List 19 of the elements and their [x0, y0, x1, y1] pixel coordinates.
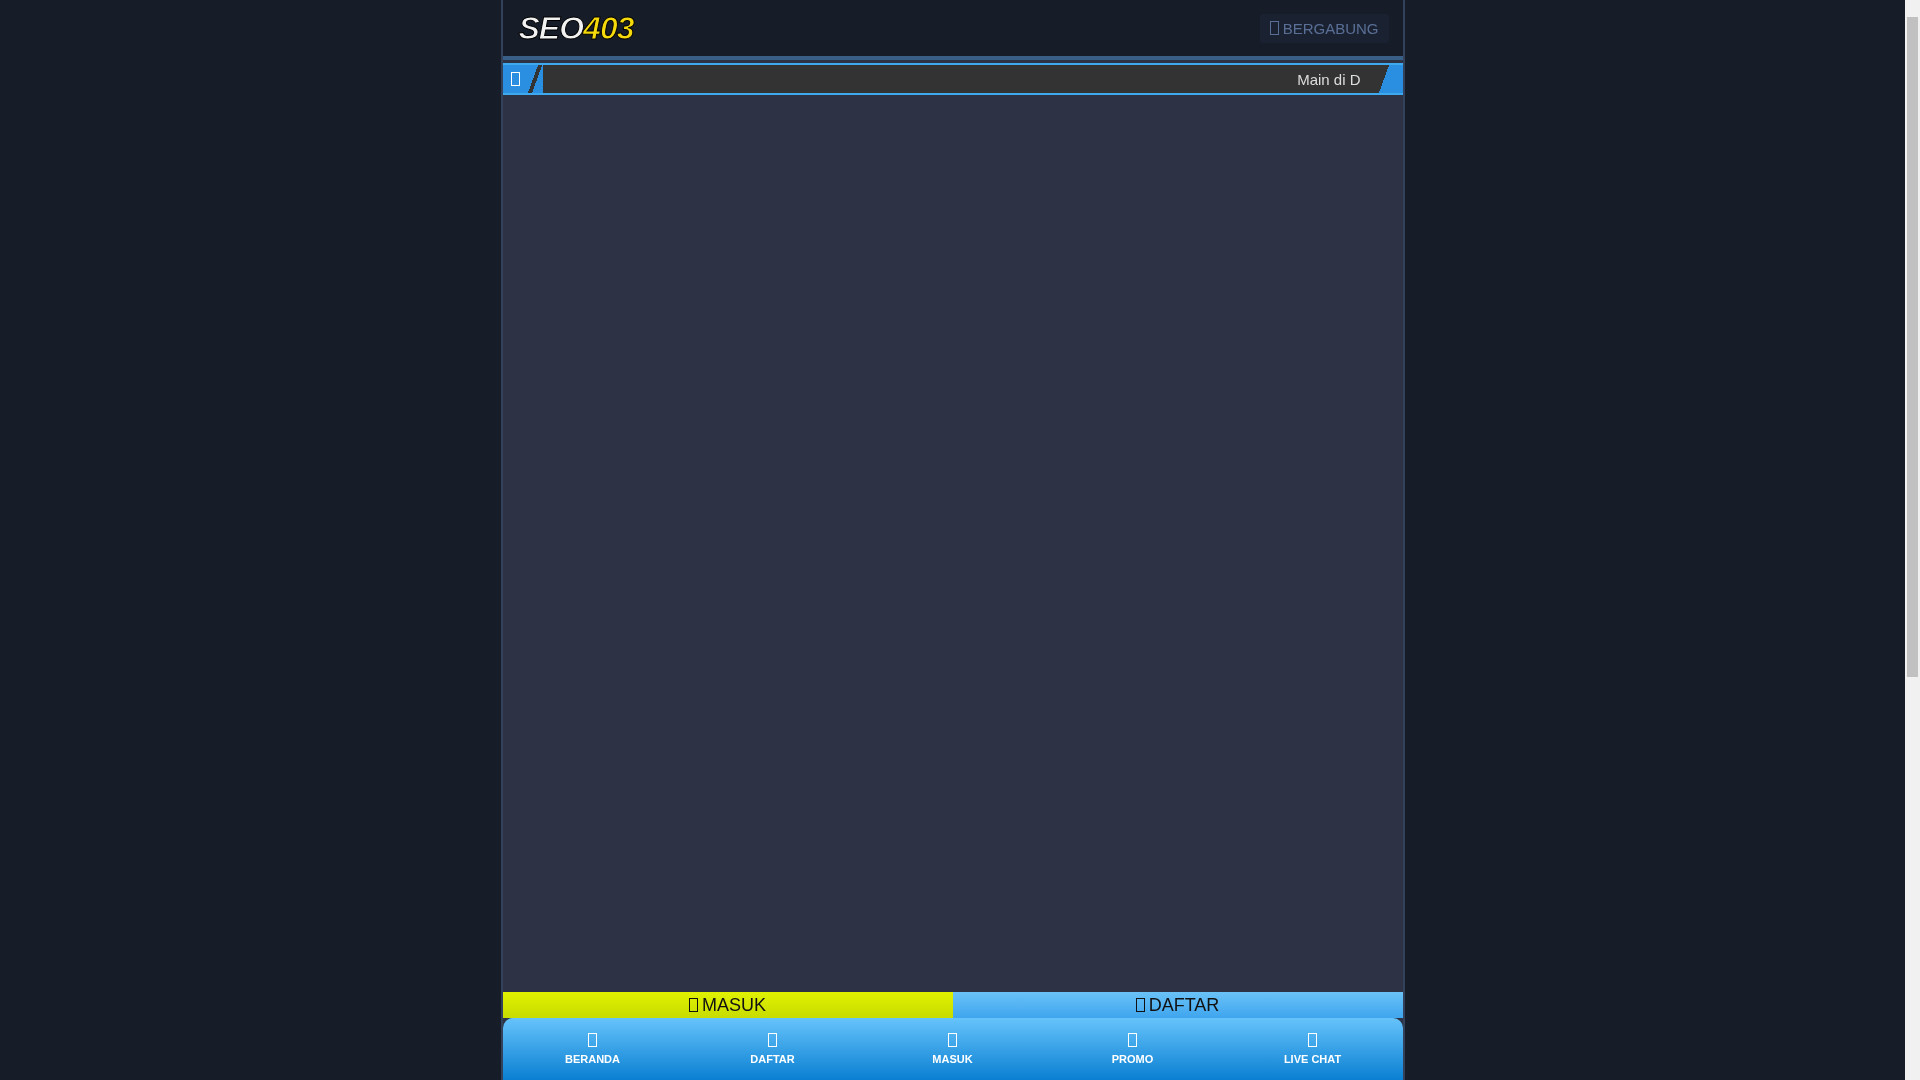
glyph-box-icon: [689, 998, 698, 1012]
register-button[interactable]: DAFTAR: [952, 992, 1403, 1018]
nav-item[interactable]: BERANDA: [502, 1018, 683, 1080]
glyph-box-icon: [510, 72, 520, 86]
glyph-box-icon: [948, 1033, 957, 1047]
login-button[interactable]: MASUK: [502, 992, 953, 1018]
glyph-box-icon: [1128, 1033, 1137, 1047]
glyph-box-icon: [1135, 998, 1145, 1012]
nav-item[interactable]: LIVE CHAT: [1222, 1018, 1403, 1080]
nav-item[interactable]: PROMO: [1042, 1018, 1223, 1080]
site-logo[interactable]: SEO403: [518, 9, 634, 47]
ticker-text: Main di D: [1297, 70, 1361, 88]
join-button[interactable]: BERGABUNG: [1259, 13, 1389, 43]
nav-item[interactable]: MASUK: [862, 1018, 1043, 1080]
glyph-box-icon: [1269, 21, 1279, 35]
glyph-box-icon: [1308, 1033, 1317, 1047]
glyph-box-icon: [588, 1033, 597, 1047]
nav-item[interactable]: DAFTAR: [682, 1018, 863, 1080]
glyph-box-icon: [768, 1033, 777, 1047]
